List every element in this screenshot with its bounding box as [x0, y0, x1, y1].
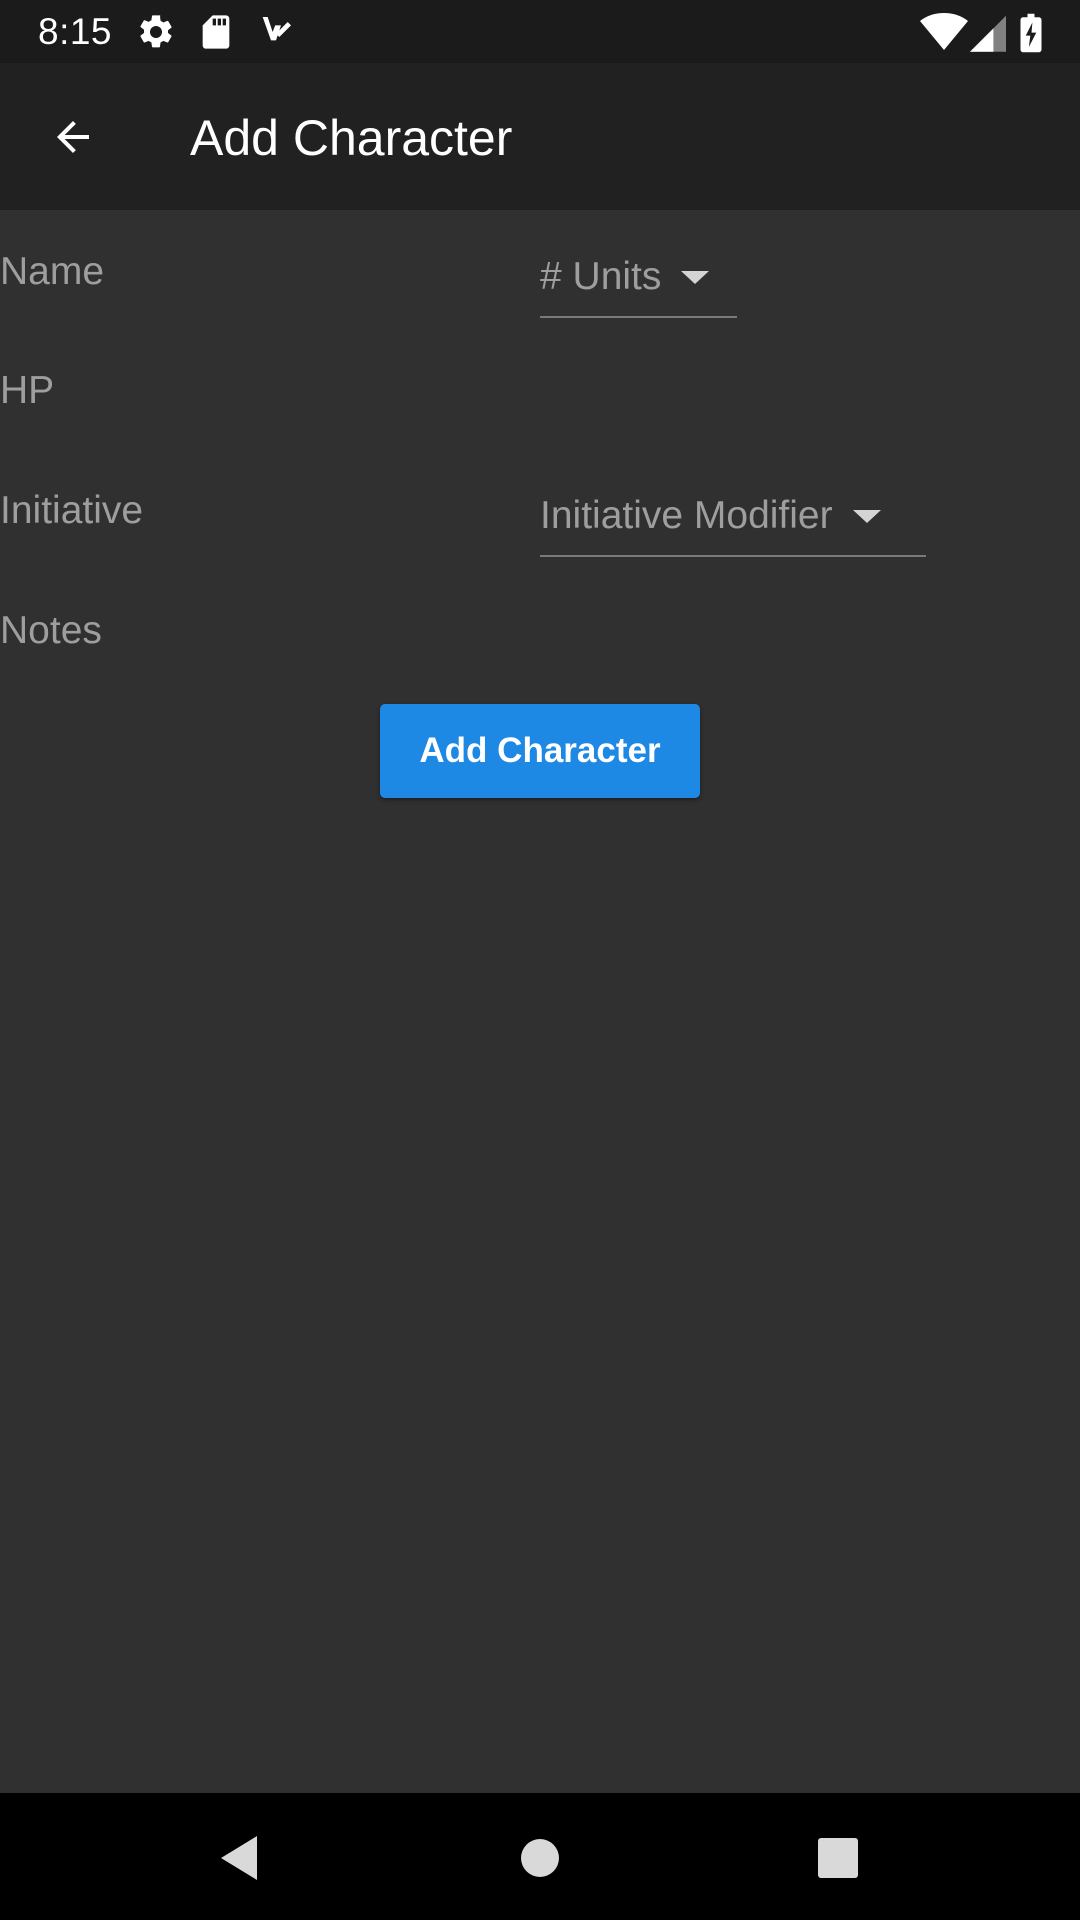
notes-field[interactable]: Notes: [0, 607, 102, 655]
status-time: 8:15: [38, 11, 113, 52]
status-bar: 8:15: [0, 0, 1080, 63]
hp-field[interactable]: HP: [0, 367, 54, 415]
add-character-form: Name # Units HP Initiative Initiative Mo…: [0, 210, 1080, 1793]
initiative-modifier-dropdown[interactable]: Initiative Modifier: [540, 477, 926, 557]
cell-signal-icon: [970, 12, 1006, 52]
initiative-field[interactable]: Initiative: [0, 487, 143, 535]
page-title: Add Character: [190, 110, 513, 166]
name-field[interactable]: Name: [0, 248, 104, 296]
sd-card-icon: [196, 12, 236, 52]
back-button[interactable]: [30, 105, 116, 169]
gear-icon: [136, 12, 176, 52]
units-dropdown-value: # Units: [540, 255, 662, 298]
nav-back-button[interactable]: [205, 1823, 275, 1893]
dropdown-arrow-icon: [852, 509, 881, 523]
units-dropdown[interactable]: # Units: [540, 238, 737, 318]
system-nav-bar: [0, 1793, 1080, 1920]
battery-charging-icon: [1016, 12, 1046, 53]
nav-home-button[interactable]: [505, 1823, 575, 1893]
recents-square-icon: [818, 1838, 858, 1878]
check-notification-icon: [256, 12, 296, 52]
back-triangle-icon: [221, 1836, 257, 1880]
dropdown-arrow-icon: [681, 270, 710, 284]
initiative-modifier-value: Initiative Modifier: [540, 494, 833, 537]
app-bar: Add Character: [0, 63, 1080, 210]
wifi-icon: [920, 12, 968, 52]
add-character-button[interactable]: Add Character: [380, 704, 700, 798]
home-circle-icon: [521, 1839, 559, 1877]
arrow-back-icon: [57, 121, 89, 153]
nav-recents-button[interactable]: [803, 1823, 873, 1893]
